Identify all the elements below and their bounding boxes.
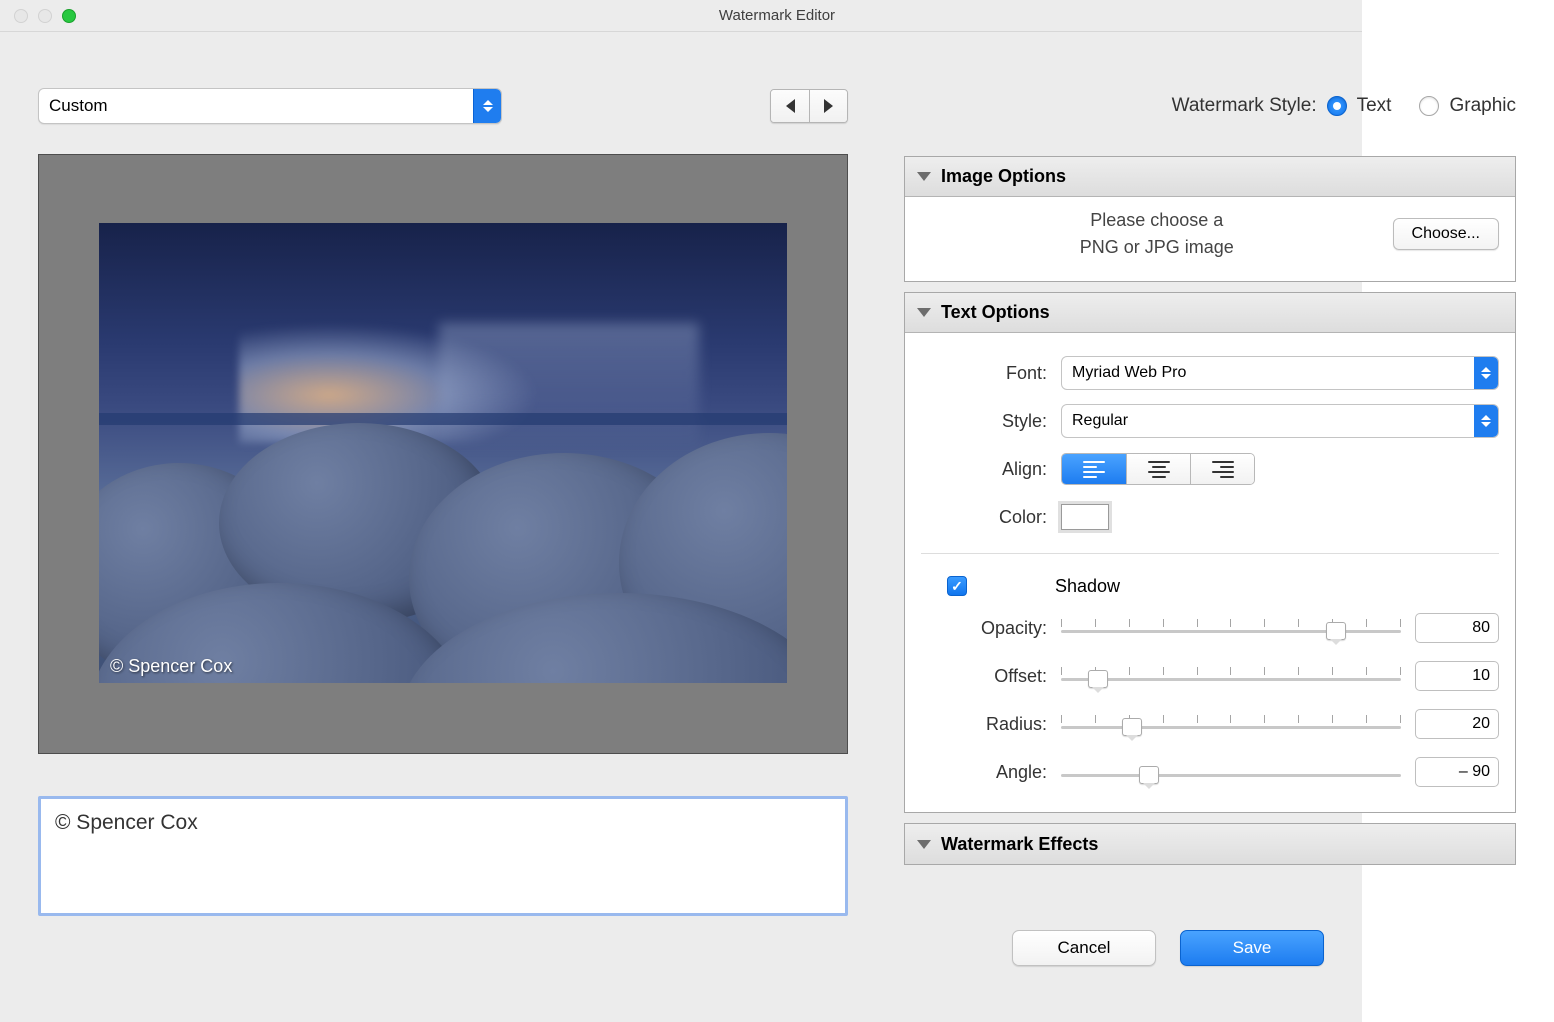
- preview-nav: [770, 89, 848, 123]
- next-image-button[interactable]: [809, 90, 847, 122]
- cancel-button[interactable]: Cancel: [1012, 930, 1156, 966]
- align-right-icon: [1212, 461, 1234, 478]
- radius-label: Radius:: [921, 714, 1061, 735]
- image-options-header[interactable]: Image Options: [905, 157, 1515, 197]
- style-graphic-label: Graphic: [1449, 95, 1516, 117]
- image-options-panel: Image Options Please choose aPNG or JPG …: [904, 156, 1516, 282]
- triangle-left-icon: [786, 99, 795, 113]
- watermark-textarea[interactable]: © Spencer Cox: [55, 811, 831, 901]
- offset-input[interactable]: [1415, 661, 1499, 691]
- text-options-title: Text Options: [941, 302, 1050, 323]
- opacity-label: Opacity:: [921, 618, 1061, 639]
- align-segmented: [1061, 453, 1255, 485]
- align-center-button[interactable]: [1126, 454, 1190, 484]
- angle-slider[interactable]: [1061, 761, 1401, 783]
- save-button[interactable]: Save: [1180, 930, 1324, 966]
- preview-area: © Spencer Cox: [38, 154, 848, 754]
- disclosure-triangle-icon: [917, 172, 931, 181]
- align-label: Align:: [921, 459, 1061, 480]
- font-dropdown[interactable]: Myriad Web Pro: [1061, 356, 1499, 390]
- window-title: Watermark Editor: [0, 7, 1554, 24]
- watermark-style-row: Watermark Style: Text Graphic: [904, 88, 1516, 124]
- chevron-updown-icon: [1474, 357, 1498, 389]
- font-style-value: Regular: [1072, 412, 1128, 430]
- opacity-input[interactable]: [1415, 613, 1499, 643]
- watermark-text-field[interactable]: © Spencer Cox: [38, 796, 848, 916]
- font-label: Font:: [921, 363, 1061, 384]
- angle-input[interactable]: [1415, 757, 1499, 787]
- watermark-preview-text: © Spencer Cox: [110, 656, 232, 677]
- preset-dropdown[interactable]: Custom: [38, 88, 502, 124]
- shadow-checkbox[interactable]: ✓: [947, 576, 967, 596]
- watermark-effects-panel: Watermark Effects: [904, 823, 1516, 865]
- choose-image-button[interactable]: Choose...: [1393, 218, 1499, 250]
- align-left-button[interactable]: [1062, 454, 1126, 484]
- opacity-slider[interactable]: [1061, 617, 1401, 639]
- watermark-effects-header[interactable]: Watermark Effects: [905, 824, 1515, 864]
- preview-image: © Spencer Cox: [99, 223, 787, 683]
- font-style-dropdown[interactable]: Regular: [1061, 404, 1499, 438]
- radius-input[interactable]: [1415, 709, 1499, 739]
- preset-value: Custom: [49, 96, 108, 116]
- watermark-style-label: Watermark Style:: [1172, 95, 1317, 117]
- footer: Cancel Save: [0, 930, 1362, 966]
- radius-slider[interactable]: [1061, 713, 1401, 735]
- disclosure-triangle-icon: [917, 308, 931, 317]
- offset-slider[interactable]: [1061, 665, 1401, 687]
- color-swatch[interactable]: [1061, 504, 1109, 530]
- text-options-header[interactable]: Text Options: [905, 293, 1515, 333]
- style-graphic-radio[interactable]: [1419, 96, 1439, 116]
- divider: [921, 553, 1499, 554]
- chevron-updown-icon: [1474, 405, 1498, 437]
- align-right-button[interactable]: [1190, 454, 1254, 484]
- font-value: Myriad Web Pro: [1072, 364, 1186, 382]
- style-text-label: Text: [1357, 95, 1392, 117]
- align-center-icon: [1148, 461, 1170, 478]
- align-left-icon: [1083, 461, 1105, 478]
- style-label: Style:: [921, 411, 1061, 432]
- titlebar: Watermark Editor: [0, 0, 1554, 32]
- offset-label: Offset:: [921, 666, 1061, 687]
- chevron-updown-icon: [473, 89, 501, 123]
- image-options-message: Please choose aPNG or JPG image: [921, 207, 1393, 261]
- style-text-radio[interactable]: [1327, 96, 1347, 116]
- color-label: Color:: [921, 507, 1061, 528]
- shadow-label: Shadow: [1055, 576, 1120, 597]
- prev-image-button[interactable]: [771, 90, 809, 122]
- text-options-panel: Text Options Font: Myriad Web Pro Style:…: [904, 292, 1516, 813]
- disclosure-triangle-icon: [917, 840, 931, 849]
- triangle-right-icon: [824, 99, 833, 113]
- angle-label: Angle:: [921, 762, 1061, 783]
- image-options-title: Image Options: [941, 166, 1066, 187]
- watermark-effects-title: Watermark Effects: [941, 834, 1098, 855]
